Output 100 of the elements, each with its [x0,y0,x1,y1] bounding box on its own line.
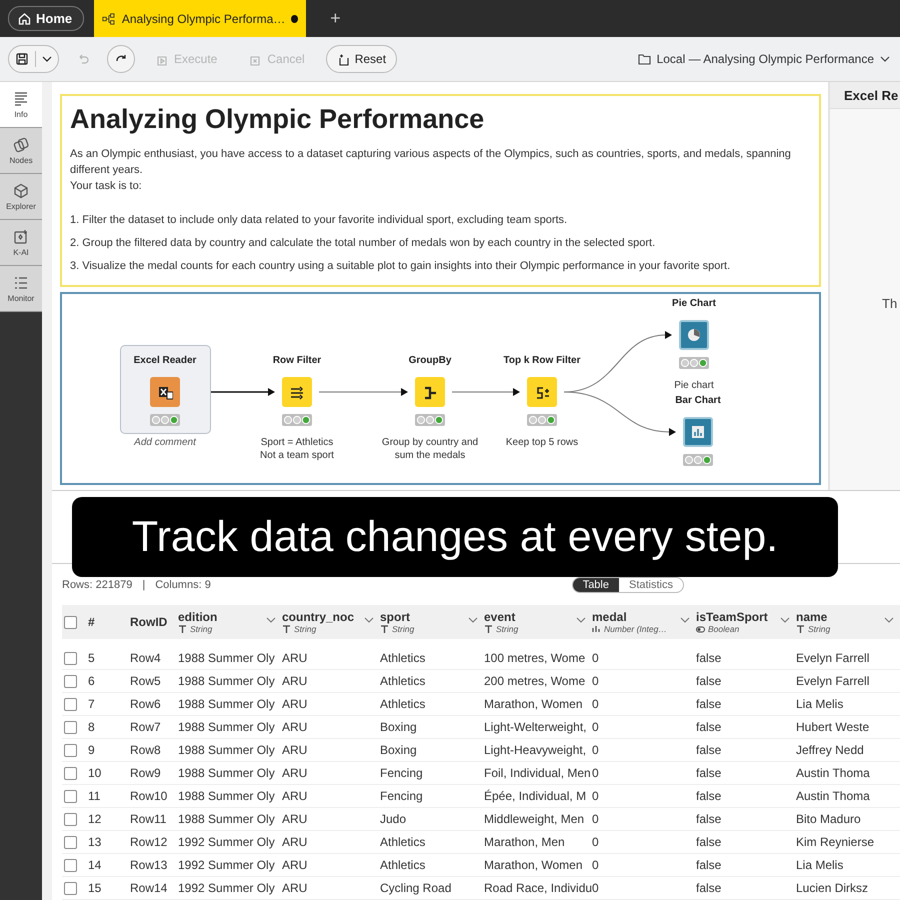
row-checkbox[interactable] [64,790,77,802]
column-header[interactable]: event [484,610,578,624]
type-icon [696,624,705,634]
column-header[interactable]: edition [178,610,268,624]
row-checkbox[interactable] [64,744,77,756]
column-header[interactable]: isTeamSport [696,610,782,624]
column-header[interactable]: country_noc [282,610,366,624]
node-comment[interactable]: Add comment [134,436,196,449]
sidebar-item[interactable]: Nodes [0,128,42,174]
table-cell-text: Austin Thoma [796,766,871,780]
table-cell-text: Athletics [380,835,426,849]
reset-button[interactable]: Reset [326,45,398,73]
annotation-title: Analyzing Olympic Performance [70,104,486,135]
redo-button[interactable] [107,45,135,73]
table-cell-text: Row12 [130,835,168,849]
row-checkbox[interactable] [64,836,77,848]
table-cell-text: false [696,743,722,757]
table-cell-text: 1992 Summer Oly [178,881,276,895]
view-tab[interactable]: Table [572,578,619,592]
node-label: Bar Chart [675,395,721,406]
table-cell-text: 1992 Summer Oly [178,835,276,849]
table-cell-text: Austin Thoma [796,789,871,803]
table-cell-text: 7 [88,697,96,711]
table-cell-text: 1988 Summer Oly [178,674,276,688]
node-comment[interactable]: Sport = Athletics Not a team sport [260,436,334,462]
table-cell-text: Row6 [130,697,162,711]
video-caption: Track data changes at every step. [132,512,778,562]
row-checkbox[interactable] [64,698,77,710]
node-comment[interactable]: Keep top 5 rows [506,436,578,449]
sidebar-icon [13,136,29,152]
sidebar-icon [13,228,29,244]
row-checkbox[interactable] [64,882,77,894]
column-header[interactable]: medal [592,610,682,624]
chart-node[interactable] [683,417,713,447]
table-cell-text: Boxing [380,720,418,734]
home-tab[interactable]: Home [8,6,84,31]
chevron-icon[interactable] [780,616,790,624]
column-type: String [190,624,212,634]
chevron-icon[interactable] [266,616,276,624]
column-header[interactable]: name [796,610,886,624]
table-cell-text: 0 [592,789,600,803]
row-checkbox[interactable] [64,766,77,780]
column-type: Boolean [708,624,740,634]
workflow-node[interactable] [150,377,180,407]
chart-node[interactable] [679,320,709,350]
table-cell-text: ARU [282,674,308,688]
table-cell-text: Evelyn Farrell [796,651,870,665]
save-icon [15,52,29,66]
chevron-icon[interactable] [576,616,586,624]
chevron-icon[interactable] [680,616,690,624]
panel-title: Excel Re [830,82,900,109]
table-cell-text: 0 [592,720,600,734]
table-cell: Foil, Individual, Men [484,766,592,780]
row-checkbox[interactable] [64,812,77,826]
workflow-node[interactable] [527,377,557,407]
node-label: GroupBy [408,355,452,366]
table-cell-text: Athletics [380,697,426,711]
row-checkbox[interactable] [64,652,77,664]
sidebar-item[interactable]: K-AI [0,220,42,266]
node-icon [422,384,438,400]
sidebar-item[interactable]: Monitor [0,266,42,312]
table-cell-text: Fencing [380,789,424,803]
row-checkbox[interactable] [64,674,77,688]
table-cell-text: false [696,881,722,895]
table-cell-text: Row5 [130,674,162,688]
workflow-tab[interactable]: Analysing Olympic Performa… [94,0,306,37]
workflow-node[interactable] [415,377,445,407]
table-cell-text: ARU [282,881,308,895]
chevron-icon[interactable] [468,616,478,624]
table-cell-text: Athletics [380,858,426,872]
chevron-icon[interactable] [884,616,894,624]
table-cell-text: Bito Maduro [796,812,862,826]
table-cell-text: Fencing [380,766,424,780]
annotation-text: 3. Visualize the medal counts for each country using a suitable plot to gain insights into their Olympic performance in your favorite sport. [70,258,732,274]
chevron-icon[interactable] [364,616,374,624]
save-button[interactable] [8,45,59,73]
node-comment[interactable]: Group by country and sum the medals [382,436,478,462]
new-tab-button[interactable]: + [324,8,347,29]
row-checkbox[interactable] [64,720,77,734]
table-cell-text: false [696,674,722,688]
breadcrumb[interactable]: Local — Analysing Olympic Performance [656,52,874,66]
column-header[interactable]: sport [380,610,470,624]
workflow-node[interactable] [282,377,312,407]
row-checkbox[interactable] [64,858,77,872]
table-cell-text: 0 [592,881,600,895]
select-all-checkbox[interactable] [64,616,77,628]
node-label: Top k Row Filter [503,355,581,366]
type-icon [380,624,389,634]
sidebar-item[interactable]: Info [0,82,42,128]
table-cell-text: Judo [380,812,408,826]
table-cell-text: 1988 Summer Oly [178,812,276,826]
table-cell: Road Race, Individu [484,881,592,895]
node-comment[interactable]: Pie chart [674,379,714,392]
sidebar-item[interactable]: Explorer [0,174,42,220]
chevron-icon[interactable] [880,54,890,64]
table-cell-text: 10 [88,766,102,780]
column-type: String [392,624,414,634]
column-type: Number (Integ… [604,624,667,634]
table-cell-text: Marathon, Women [484,858,584,872]
view-tab[interactable]: Statistics [618,578,683,592]
